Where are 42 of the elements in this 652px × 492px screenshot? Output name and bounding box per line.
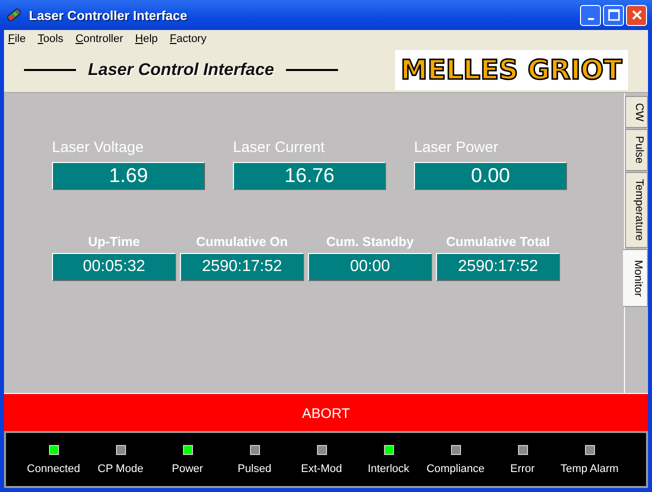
reading-display: 16.76 (233, 162, 386, 190)
minimize-button[interactable] (580, 4, 601, 26)
timer-display: 00:05:32 (52, 253, 176, 281)
indicator-label: Connected (26, 463, 80, 475)
reading-display: 0.00 (414, 162, 567, 190)
timer-label: Up-Time (88, 234, 140, 249)
indicator-label: CP Mode (98, 463, 144, 475)
abort-button[interactable]: ABORT (4, 393, 648, 431)
timer-label: Cum. Standby (326, 234, 414, 249)
indicator-label: Power (172, 463, 204, 475)
timer-display: 2590:17:52 (180, 253, 304, 281)
reading-display: 1.69 (52, 162, 205, 190)
close-icon (630, 9, 642, 21)
indicator-label: Compliance (426, 463, 485, 475)
logo: MELLES GRIOT (394, 50, 628, 90)
timer-display: 2590:17:52 (436, 253, 560, 281)
reading-label: Laser Voltage (52, 139, 145, 156)
menu-item[interactable]: Tools (38, 33, 64, 45)
tab[interactable]: Monitor (623, 248, 648, 308)
menu-item[interactable]: Controller (75, 33, 124, 45)
timer-display: 00:00 (308, 253, 432, 281)
timer-label: Cumulative On (196, 234, 288, 249)
indicator-label: Interlock (368, 463, 410, 475)
menu-item[interactable]: File (8, 33, 26, 45)
menu-item[interactable]: Help (135, 33, 158, 45)
indicator-label: Temp Alarm (560, 463, 619, 475)
banner-title: Laser Control Interface (88, 60, 274, 80)
reading-label: Laser Current (233, 139, 326, 156)
reading-label: Laser Power (414, 139, 500, 156)
maximize-button[interactable] (603, 4, 624, 26)
indicator-label: Pulsed (238, 463, 272, 475)
close-button[interactable] (626, 4, 647, 26)
indicator-label: Ext-Mod (301, 463, 342, 475)
menu-item[interactable]: Factory (170, 33, 206, 45)
tab[interactable]: Pulse (625, 129, 648, 171)
timer-label: Cumulative Total (446, 234, 550, 249)
maximize-icon (608, 9, 620, 21)
indicator-label: Error (510, 463, 535, 475)
tab[interactable]: CW (625, 96, 648, 128)
window-title: Laser Controller Interface (29, 8, 188, 22)
minimize-icon (588, 18, 594, 20)
tab[interactable]: Temperature (625, 172, 648, 248)
